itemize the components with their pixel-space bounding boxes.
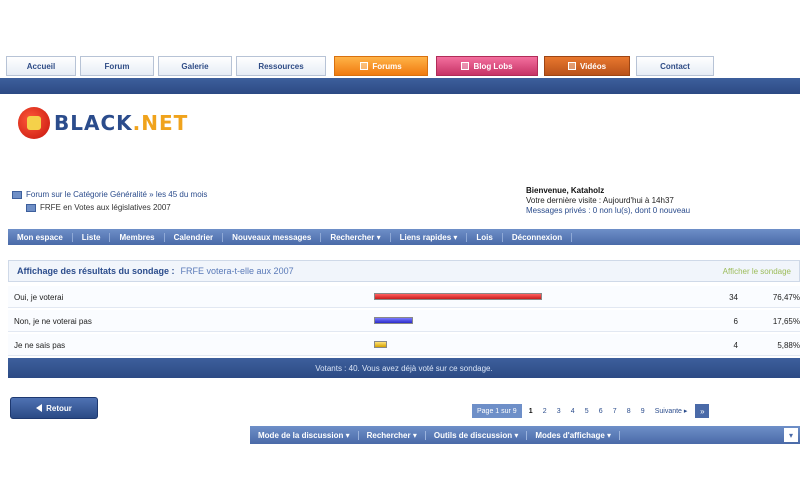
tab-videos[interactable]: Vidéos <box>544 56 630 76</box>
page-link[interactable]: 1 <box>526 408 536 415</box>
breadcrumb-link[interactable]: Forum sur le Catégorie Généralité » les … <box>26 190 207 199</box>
header-bar <box>0 78 800 94</box>
navbar-item[interactable]: Liste <box>73 232 111 242</box>
tab-label: Contact <box>660 61 690 71</box>
breadcrumb-current: FRFE en Votes aux législatives 2007 <box>12 201 522 214</box>
tab-accueil[interactable]: Accueil <box>6 56 76 76</box>
poll-question-link[interactable]: FRFE votera-t-elle aux 2007 <box>181 266 294 276</box>
page-link[interactable]: 4 <box>568 408 578 415</box>
tab-forums[interactable]: Forums <box>334 56 428 76</box>
pagination: Page 1 sur 9 1 2 3 4 5 6 7 8 9 Suivante … <box>472 404 710 418</box>
back-button[interactable]: Retour <box>10 397 98 419</box>
poll-option-label: Oui, je voterai <box>14 293 64 302</box>
navbar-item[interactable]: Nouveaux messages <box>223 232 322 242</box>
next-page-link[interactable]: Suivante ▸ <box>655 407 688 415</box>
page-link[interactable]: 5 <box>582 408 592 415</box>
poll-footer: Votants : 40. Vous avez déjà voté sur ce… <box>8 358 800 378</box>
page-link[interactable]: 3 <box>554 408 564 415</box>
page-link[interactable]: 6 <box>596 408 606 415</box>
poll-option-percent: 76,47% <box>772 293 800 302</box>
tab-galerie[interactable]: Galerie <box>158 56 232 76</box>
poll-title: Affichage des résultats du sondage : <box>17 266 175 276</box>
page-link[interactable]: 9 <box>638 408 648 415</box>
welcome-name: Bienvenue, Kataholz <box>526 186 605 195</box>
blog-icon <box>461 62 470 70</box>
thread-mode-menu[interactable]: Mode de la discussion ▾ <box>250 430 359 440</box>
poll-header: Affichage des résultats du sondage : FRF… <box>8 260 800 282</box>
breadcrumb: Forum sur le Catégorie Généralité » les … <box>12 188 522 214</box>
breadcrumb-line[interactable]: Forum sur le Catégorie Généralité » les … <box>12 188 522 201</box>
chevron-down-icon[interactable]: ▾ <box>784 428 798 442</box>
page-link[interactable]: 7 <box>610 408 620 415</box>
poll-result-bar <box>374 341 387 348</box>
logo-text-accent: .NET <box>132 111 189 135</box>
back-button-label: Retour <box>46 403 72 413</box>
last-visit: Votre dernière visite : Aujourd'hui à 14… <box>526 196 674 205</box>
thread-title: FRFE en Votes aux législatives 2007 <box>40 203 171 212</box>
tab-label: Ressources <box>258 61 304 71</box>
video-icon <box>567 62 576 70</box>
poll-option-label: Je ne sais pas <box>14 341 66 350</box>
logo-text: BLACK.NET <box>54 111 188 135</box>
tab-label: Blog Lobs <box>473 61 513 71</box>
tab-label: Galerie <box>181 61 209 71</box>
poll-option-votes: 6 <box>733 317 738 326</box>
page-link[interactable]: 2 <box>540 408 550 415</box>
tab-ressources[interactable]: Ressources <box>236 56 326 76</box>
forums-icon <box>360 62 369 70</box>
poll-result-bar <box>374 293 542 300</box>
display-modes-menu[interactable]: Modes d'affichage ▾ <box>527 430 621 440</box>
thread-icon <box>26 203 36 212</box>
site-logo[interactable]: BLACK.NET <box>18 106 188 140</box>
tab-label: Accueil <box>26 61 56 71</box>
private-messages-link[interactable]: Messages privés : 0 non lu(s), dont 0 no… <box>526 206 796 216</box>
navbar-item[interactable]: Lois <box>467 232 503 242</box>
poll-option-row: Non, je ne voterai pas 6 17,65% <box>8 310 800 332</box>
navbar-item[interactable]: Calendrier <box>165 232 224 242</box>
arrow-left-icon <box>36 404 43 412</box>
navbar-item[interactable]: Déconnexion <box>503 232 573 242</box>
poll-option-label: Non, je ne voterai pas <box>14 317 92 326</box>
tab-label: Forums <box>372 61 402 71</box>
tab-label: Forum <box>104 61 130 71</box>
top-navigation: Accueil Forum Galerie Ressources Forums … <box>0 56 800 78</box>
forum-icon <box>12 190 22 199</box>
page-indicator[interactable]: Page 1 sur 9 <box>472 404 522 418</box>
tab-contact[interactable]: Contact <box>636 56 714 76</box>
poll-result-bar <box>374 317 413 324</box>
logo-text-main: BLACK <box>54 111 133 135</box>
thread-tools-menu[interactable]: Outils de discussion ▾ <box>426 430 528 440</box>
last-page-icon[interactable]: » <box>695 404 710 418</box>
search-menu[interactable]: Rechercher ▾ <box>359 430 426 440</box>
poll-voters-text: Votants : 40. Vous avez déjà voté sur ce… <box>315 363 493 373</box>
poll-option-votes: 34 <box>729 293 738 302</box>
tab-forum[interactable]: Forum <box>80 56 154 76</box>
poll-option-percent: 5,88% <box>777 341 800 350</box>
tab-blog[interactable]: Blog Lobs <box>436 56 538 76</box>
navbar-item[interactable]: Liens rapides ▾ <box>391 232 468 242</box>
poll-option-row: Oui, je voterai 34 76,47% <box>8 286 800 308</box>
tab-label: Vidéos <box>579 61 607 71</box>
navbar-item[interactable]: Membres <box>110 232 165 242</box>
thread-tools-bar: Mode de la discussion ▾ Rechercher ▾ Out… <box>250 426 800 444</box>
poll-option-votes: 4 <box>733 341 738 350</box>
page-link[interactable]: 8 <box>624 408 634 415</box>
welcome-box: Bienvenue, Kataholz Votre dernière visit… <box>526 186 796 216</box>
navbar-item[interactable]: Mon espace <box>8 232 73 242</box>
logo-badge-icon <box>18 107 50 139</box>
poll-option-row: Je ne sais pas 4 5,88% <box>8 334 800 356</box>
navbar-item[interactable]: Rechercher ▾ <box>321 232 391 242</box>
forum-navbar: Mon espace Liste Membres Calendrier Nouv… <box>8 229 800 245</box>
show-poll-link[interactable]: Afficher le sondage <box>723 267 791 276</box>
poll-option-percent: 17,65% <box>772 317 800 326</box>
